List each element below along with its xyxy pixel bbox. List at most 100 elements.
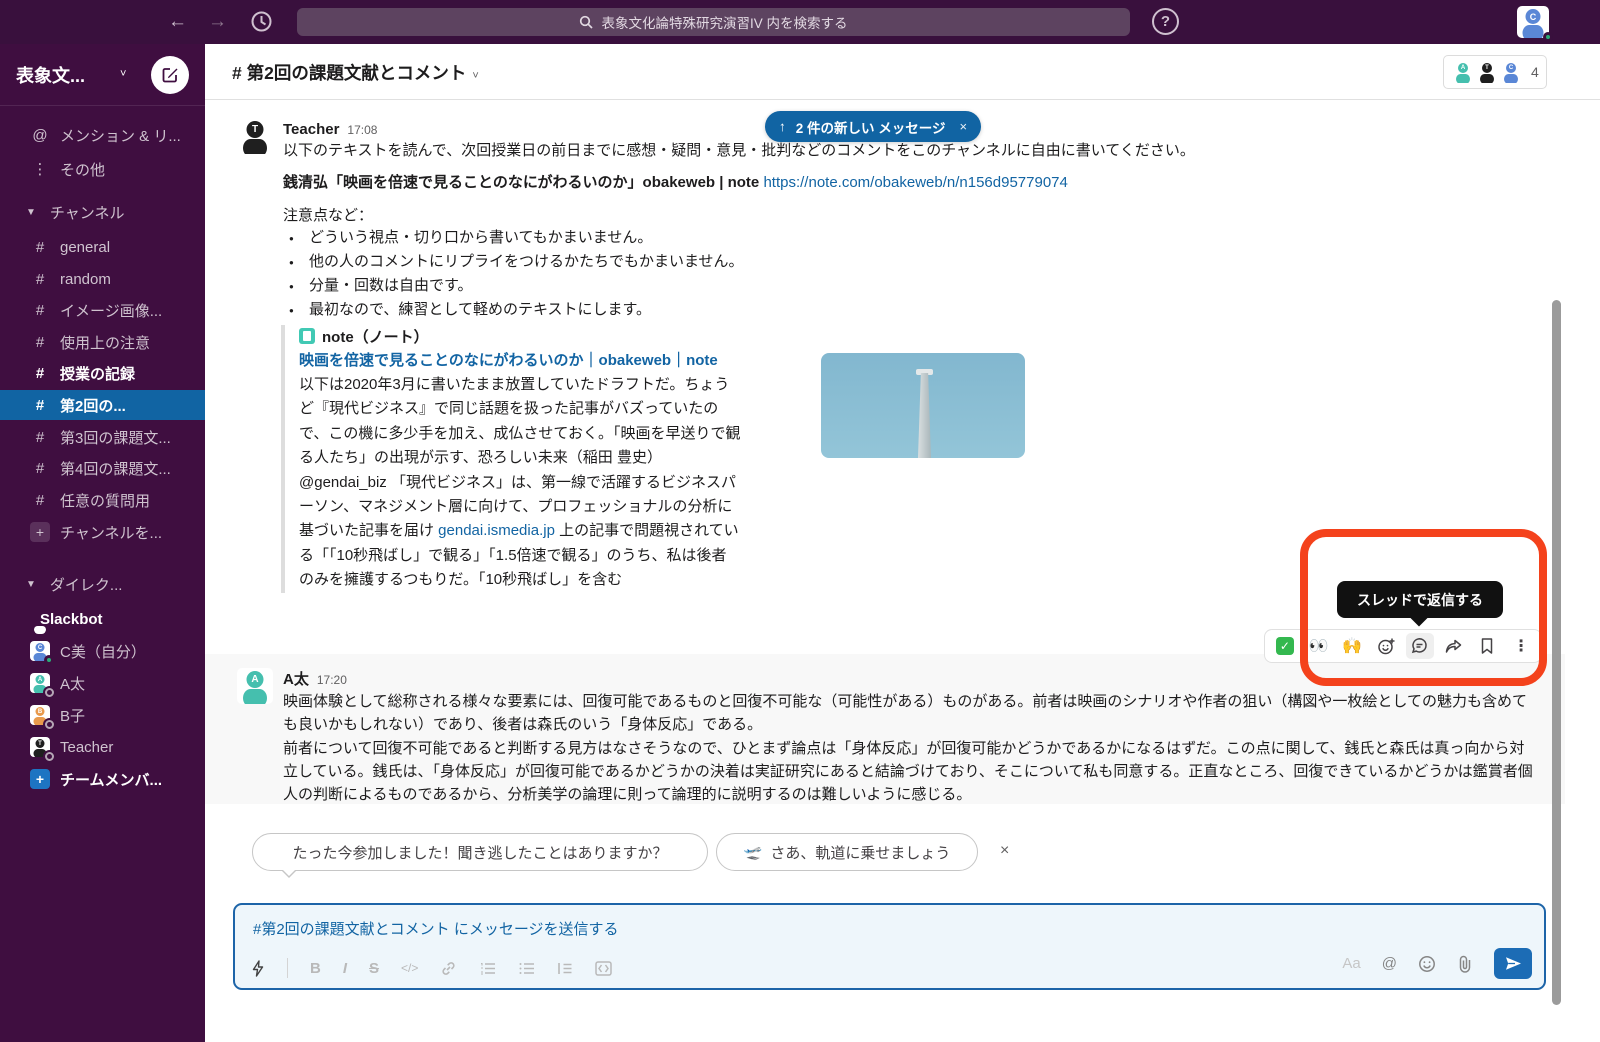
- shortcuts-lightning-icon[interactable]: [251, 960, 265, 977]
- suggested-reply-chip[interactable]: 🛫さあ、軌道に乗せましょう: [716, 833, 978, 871]
- avatar: C: [30, 641, 50, 661]
- raised-hands-reaction-button[interactable]: 🙌: [1339, 633, 1367, 659]
- sidebar-item-mentions[interactable]: @メンション & リ...: [0, 120, 205, 150]
- bullet-item: 他の人のコメントにリプライをつけるかたちでもかまいません。: [283, 250, 1483, 274]
- italic-button[interactable]: I: [343, 960, 347, 977]
- channel-members-button[interactable]: A T C 4: [1443, 55, 1547, 89]
- history-clock-icon[interactable]: [250, 10, 273, 33]
- vertical-dots-icon: ⋮: [32, 160, 48, 178]
- compose-button[interactable]: [151, 56, 189, 94]
- dm-teacher[interactable]: TTeacher: [0, 732, 205, 762]
- sidebar-channel-general[interactable]: #general: [0, 232, 205, 262]
- new-messages-banner[interactable]: ↑ 2 件の新しい メッセージ ×: [765, 111, 981, 142]
- eyes-reaction-button[interactable]: 👀: [1305, 633, 1333, 659]
- user-avatar[interactable]: C: [1517, 6, 1549, 38]
- check-mark-reaction-button[interactable]: ✓: [1271, 633, 1299, 659]
- vertical-scrollbar[interactable]: [1552, 300, 1561, 1005]
- card-thumbnail-image[interactable]: [821, 353, 1025, 458]
- timestamp[interactable]: 17:20: [317, 673, 347, 687]
- message-text: 前者について回復不可能であると判断する見方はなさそうなので、ひとまず論点は「身体…: [283, 737, 1536, 806]
- hash-icon: #: [32, 239, 48, 256]
- sidebar-channel-questions[interactable]: #任意の質問用: [0, 485, 205, 515]
- ordered-list-button[interactable]: [479, 961, 496, 976]
- workspace-switcher[interactable]: 表象文... ˅: [0, 44, 205, 106]
- sidebar-channel-image[interactable]: #イメージ画像...: [0, 295, 205, 325]
- search-icon: [579, 15, 593, 29]
- reply-in-thread-button[interactable]: [1406, 633, 1434, 659]
- close-icon[interactable]: ×: [1000, 842, 1009, 860]
- member-avatar: T: [1476, 61, 1498, 83]
- author-name[interactable]: Teacher: [283, 121, 339, 138]
- sidebar-channel-session3[interactable]: #第3回の課題文...: [0, 422, 205, 452]
- close-icon[interactable]: ×: [960, 119, 968, 134]
- card-provider: note（ノート）: [299, 325, 761, 347]
- message-avatar-teacher[interactable]: T: [237, 118, 273, 154]
- sidebar-item-more[interactable]: ⋮その他: [0, 154, 205, 184]
- channel-header: # 第2回の課題文献とコメント˅ A T C 4: [205, 44, 1600, 100]
- channel-title[interactable]: # 第2回の課題文献とコメント˅: [232, 60, 479, 85]
- message-avatar-ataro[interactable]: A: [237, 668, 273, 704]
- avatar: B: [30, 705, 50, 725]
- history-back-icon[interactable]: ←: [168, 9, 187, 35]
- sidebar-channel-usage-notes[interactable]: #使用上の注意: [0, 327, 205, 357]
- text-format-toggle[interactable]: Aa: [1342, 955, 1360, 972]
- code-block-button[interactable]: [595, 961, 612, 976]
- message-composer[interactable]: #第2回の課題文献とコメント にメッセージを送信する B I S </> Aa …: [233, 903, 1546, 990]
- sidebar: 表象文... ˅ @メンション & リ... ⋮その他 ▼チャンネル #gene…: [0, 44, 205, 1042]
- search-input[interactable]: 表象文化論特殊研究演習IV 内を検索する: [297, 8, 1130, 36]
- avatar: T: [30, 737, 50, 757]
- sidebar-channel-random[interactable]: #random: [0, 264, 205, 294]
- dm-self[interactable]: CC美（自分）: [0, 636, 205, 666]
- mention-button[interactable]: @: [1382, 955, 1397, 972]
- message-text: 以下のテキストを読んで、次回授業日の前日までに感想・疑問・意見・批判などのコメン…: [283, 139, 1553, 162]
- hash-icon: #: [32, 397, 48, 414]
- bulleted-list-button[interactable]: [518, 961, 535, 976]
- note-article-link[interactable]: https://note.com/obakeweb/n/n156d9577907…: [763, 174, 1067, 191]
- presence-online-dot: [1543, 32, 1553, 42]
- hash-icon: #: [32, 302, 48, 319]
- add-channel-button[interactable]: +チャンネルを...: [0, 517, 205, 547]
- blockquote-button[interactable]: [557, 961, 573, 976]
- dm-slackbot[interactable]: Slackbot: [0, 604, 205, 634]
- pencil-icon: [161, 66, 179, 84]
- author-name[interactable]: A太: [283, 671, 309, 688]
- timestamp[interactable]: 17:08: [347, 123, 377, 137]
- dm-section-header[interactable]: ▼ダイレク...: [0, 569, 205, 599]
- search-placeholder: 表象文化論特殊研究演習IV 内を検索する: [601, 12, 847, 32]
- sidebar-channel-class-record[interactable]: #授業の記録: [0, 358, 205, 388]
- dm-ataro[interactable]: AA太: [0, 668, 205, 698]
- channels-section-header[interactable]: ▼チャンネル: [0, 197, 205, 227]
- gendai-link[interactable]: gendai.ismedia.jp: [438, 522, 555, 539]
- emoji-picker-button[interactable]: [1418, 955, 1436, 973]
- bookmark-button[interactable]: [1474, 633, 1502, 659]
- thread-reply-tooltip: スレッドで返信する: [1337, 581, 1503, 618]
- member-count: 4: [1531, 64, 1539, 80]
- share-message-button[interactable]: [1440, 633, 1468, 659]
- add-team-member-button[interactable]: +チームメンバ...: [0, 764, 205, 794]
- member-avatar: C: [1500, 61, 1522, 83]
- send-button[interactable]: [1494, 948, 1532, 979]
- hash-icon: #: [32, 492, 48, 509]
- history-forward-icon[interactable]: →: [208, 9, 227, 35]
- composer-placeholder[interactable]: #第2回の課題文献とコメント にメッセージを送信する: [253, 918, 1453, 939]
- sidebar-channel-session4[interactable]: #第4回の課題文...: [0, 453, 205, 483]
- member-avatar: A: [1452, 61, 1474, 83]
- strikethrough-button[interactable]: S: [369, 960, 379, 977]
- more-actions-button[interactable]: ⋮: [1507, 633, 1535, 659]
- main-pane: # 第2回の課題文献とコメント˅ A T C 4 ↑ 2 件の新しい メッセージ…: [205, 44, 1600, 1042]
- attach-file-button[interactable]: [1457, 955, 1473, 973]
- help-icon[interactable]: ?: [1152, 8, 1179, 35]
- code-button[interactable]: </>: [401, 961, 418, 975]
- add-reaction-button[interactable]: [1372, 633, 1400, 659]
- message-text: 銭清弘「映画を倍速で見ることのなにがわるいのか」obakeweb | note …: [283, 171, 1553, 194]
- link-button[interactable]: [440, 960, 457, 977]
- dm-bko[interactable]: BB子: [0, 700, 205, 730]
- plus-icon: +: [30, 769, 50, 789]
- card-title-link[interactable]: 映画を倍速で見ることのなにがわるいのか｜obakeweb｜note: [299, 349, 741, 373]
- sidebar-channel-session2-selected[interactable]: #第2回の...: [0, 390, 205, 420]
- suggested-reply-chip[interactable]: たった今参加しました！聞き逃したことはありますか？: [252, 833, 708, 871]
- bold-button[interactable]: B: [310, 960, 321, 977]
- link-preview-card: note（ノート） 映画を倍速で見ることのなにがわるいのか｜obakeweb｜n…: [281, 325, 761, 593]
- message-actions-toolbar: ✓ 👀 🙌 ⋮: [1264, 629, 1542, 663]
- card-description: 以下は2020年3月に書いたまま放置していたドラフトだ。ちょうど『現代ビジネス』…: [299, 373, 741, 593]
